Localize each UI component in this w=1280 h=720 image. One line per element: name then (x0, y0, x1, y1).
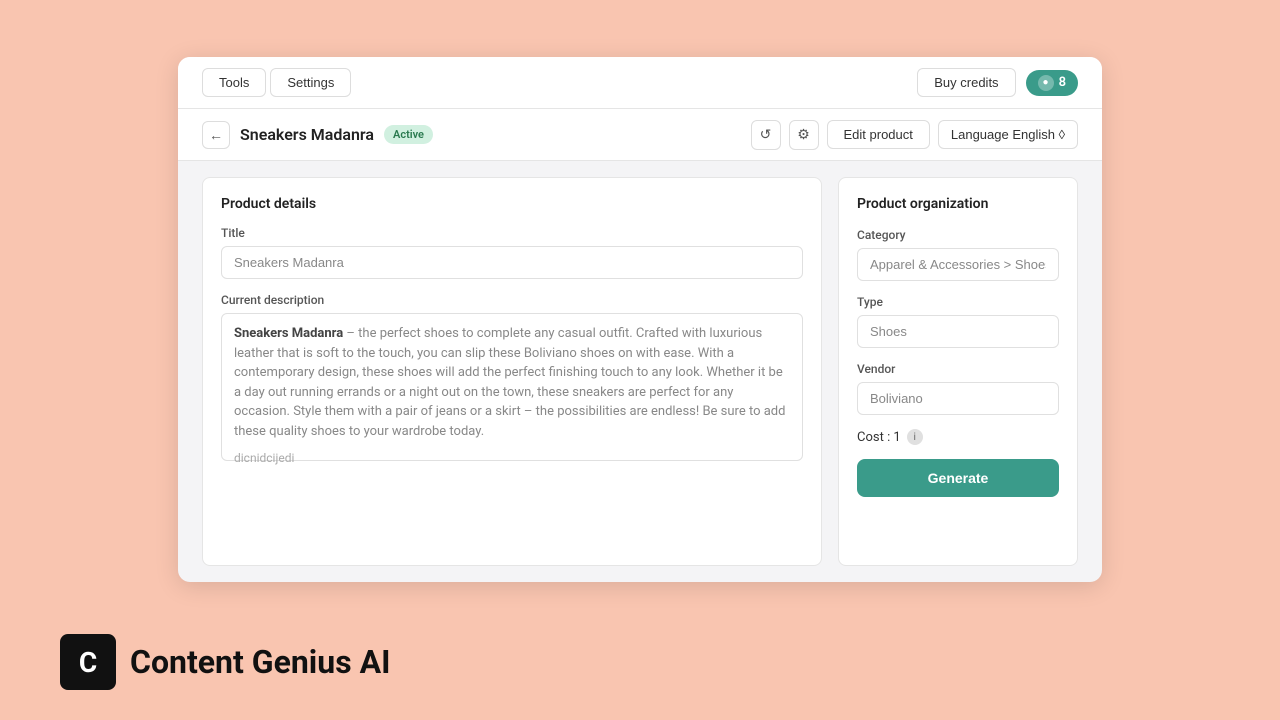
app-window: Tools Settings Buy credits ● 8 ← Sneaker… (178, 57, 1102, 582)
brand-logo-letter: C (79, 646, 97, 679)
category-label: Category (857, 228, 1059, 242)
type-input[interactable] (857, 315, 1059, 348)
page-title: Sneakers Madanra (240, 125, 374, 144)
title-input[interactable] (221, 246, 803, 279)
category-field: Category (857, 228, 1059, 281)
description-content: Sneakers Madanra – the perfect shoes to … (234, 324, 790, 441)
cost-row: Cost : 1 i (857, 429, 1059, 445)
page-header-left: ← Sneakers Madanra Active (202, 121, 433, 149)
vendor-label: Vendor (857, 362, 1059, 376)
product-org-title: Product organization (857, 196, 1059, 212)
product-details-title: Product details (221, 196, 803, 212)
cost-label: Cost : 1 (857, 430, 901, 445)
description-body: – the perfect shoes to complete any casu… (234, 326, 785, 439)
type-label: Type (857, 295, 1059, 309)
left-panel: Product details Title Current descriptio… (202, 177, 822, 566)
nav-right: Buy credits ● 8 (917, 68, 1078, 97)
vendor-input[interactable] (857, 382, 1059, 415)
status-badge: Active (384, 125, 433, 144)
history-icon-button[interactable]: ↺ (751, 120, 781, 150)
language-select[interactable]: Language English ◊ (938, 120, 1078, 149)
cost-info-icon[interactable]: i (907, 429, 923, 445)
nav-left: Tools Settings (202, 68, 351, 97)
type-field: Type (857, 295, 1059, 348)
title-label: Title (221, 226, 803, 240)
right-panel: Product organization Category Type Vendo… (838, 177, 1078, 566)
brand-logo: C (60, 634, 116, 690)
brand-title: Content Genius AI (130, 643, 390, 681)
vendor-field: Vendor (857, 362, 1059, 415)
description-label: Current description (221, 293, 803, 307)
category-input[interactable] (857, 248, 1059, 281)
credits-icon: ● (1038, 75, 1054, 91)
top-nav: Tools Settings Buy credits ● 8 (178, 57, 1102, 109)
back-button[interactable]: ← (202, 121, 230, 149)
buy-credits-button[interactable]: Buy credits (917, 68, 1015, 97)
page-header-right: ↺ ⚙ Edit product Language English ◊ (751, 120, 1079, 150)
main-content: Product details Title Current descriptio… (178, 161, 1102, 582)
settings-button[interactable]: Settings (270, 68, 351, 97)
generate-button[interactable]: Generate (857, 459, 1059, 497)
description-id: dicnidcijedi (234, 449, 790, 467)
credits-count: 8 (1059, 75, 1066, 90)
description-bold: Sneakers Madanra (234, 326, 343, 341)
edit-product-button[interactable]: Edit product (827, 120, 930, 149)
bottom-branding: C Content Genius AI (60, 634, 390, 690)
settings-icon-button[interactable]: ⚙ (789, 120, 819, 150)
page-header: ← Sneakers Madanra Active ↺ ⚙ Edit produ… (178, 109, 1102, 161)
tools-button[interactable]: Tools (202, 68, 266, 97)
description-textarea[interactable]: Sneakers Madanra – the perfect shoes to … (221, 313, 803, 461)
credits-badge: ● 8 (1026, 70, 1078, 96)
